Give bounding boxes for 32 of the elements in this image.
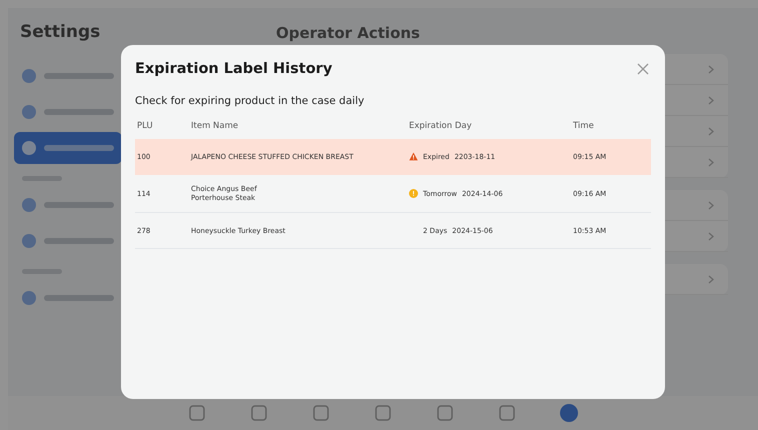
column-header: Expiration Day	[409, 121, 573, 139]
chevron-right-icon[interactable]	[708, 64, 714, 74]
nav-icon[interactable]	[311, 403, 331, 423]
chevron-right-icon[interactable]	[708, 200, 714, 210]
nav-icon[interactable]	[559, 403, 579, 423]
nav-icon[interactable]	[249, 403, 269, 423]
page-title: Operator Actions	[276, 24, 420, 42]
nav-icon[interactable]	[373, 403, 393, 423]
nav-icon[interactable]	[435, 403, 455, 423]
column-header: PLU	[135, 121, 191, 139]
column-header: Time	[573, 121, 651, 139]
circle-icon	[22, 234, 36, 248]
circle-icon	[22, 105, 36, 119]
chevron-right-icon[interactable]	[708, 158, 714, 166]
chevron-right-icon[interactable]	[708, 96, 714, 104]
sidebar-item[interactable]	[14, 132, 122, 164]
nav-icon[interactable]	[187, 403, 207, 423]
chevron-right-icon[interactable]	[708, 274, 714, 284]
sidebar-title: Settings	[20, 22, 102, 42]
chevron-right-icon[interactable]	[708, 232, 714, 240]
nav-icon[interactable]	[497, 403, 517, 423]
circle-icon	[22, 291, 36, 305]
chevron-right-icon[interactable]	[708, 126, 714, 136]
circle-icon	[22, 198, 36, 212]
column-header: Item Name	[191, 121, 409, 139]
dialog-subtitle: Check for expiring product in the case daily	[135, 95, 366, 107]
close-button[interactable]	[635, 61, 651, 77]
dialog-title: Expiration Label History	[135, 61, 332, 77]
warning-triangle-icon	[409, 152, 418, 161]
circle-icon	[22, 69, 36, 83]
alert-circle-icon	[409, 189, 418, 198]
circle-icon	[22, 141, 36, 155]
